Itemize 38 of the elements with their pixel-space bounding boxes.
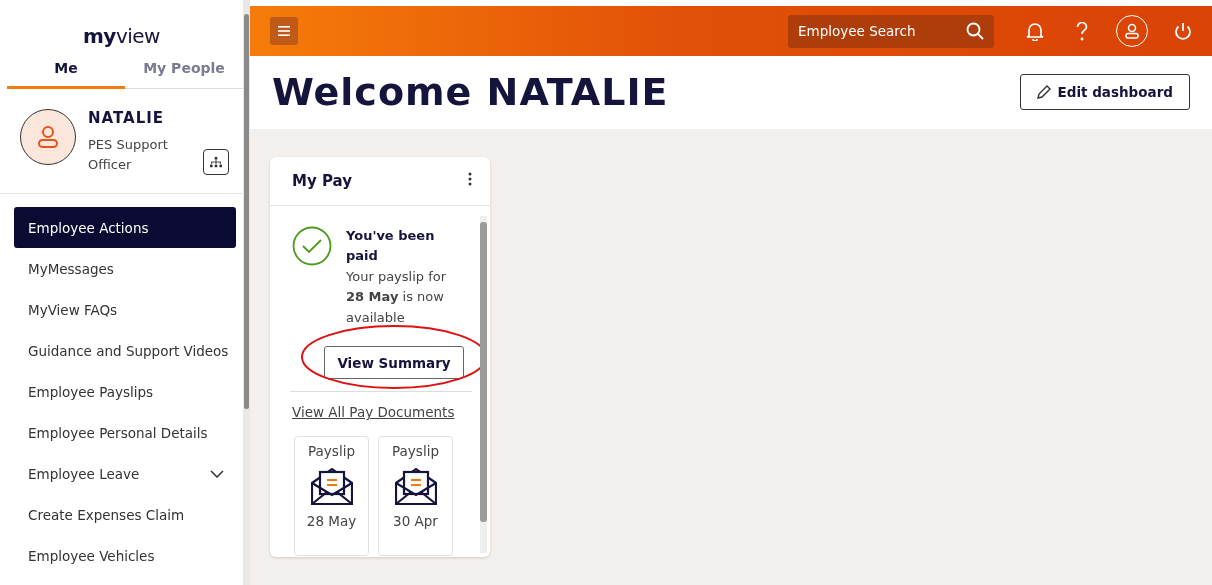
status-text: Your payslip for 28 May is now available <box>346 268 448 327</box>
nav-item[interactable]: Employee Personal Details <box>14 412 236 453</box>
nav-item[interactable]: Guidance and Support Videos <box>14 330 236 371</box>
nav-item[interactable]: Create Expenses Claim <box>14 494 236 535</box>
menu-icon[interactable] <box>270 17 298 46</box>
envelope-icon <box>310 467 353 506</box>
scrollbar[interactable] <box>243 0 250 585</box>
nav-item[interactable]: Employee Leave <box>14 453 236 494</box>
nav-item[interactable]: MyView FAQs <box>14 289 236 330</box>
payslip-tile[interactable]: Payslip 28 May <box>294 436 369 557</box>
avatar-icon <box>20 109 76 165</box>
profile-name: NATALIE <box>88 109 166 127</box>
search-input[interactable]: Employee Search <box>798 14 958 48</box>
payslip-tile[interactable]: Payslip 30 Apr <box>378 436 453 557</box>
envelope-icon <box>394 467 437 506</box>
tab[interactable]: Me <box>7 60 125 89</box>
tab[interactable]: My People <box>125 60 243 89</box>
help-icon[interactable] <box>1076 21 1088 41</box>
search-field[interactable]: Employee Search <box>788 14 994 48</box>
view-all-link[interactable]: View All Pay Documents <box>292 404 455 421</box>
power-icon[interactable] <box>1174 21 1192 41</box>
nav-item[interactable]: Employee Payslips <box>14 371 236 412</box>
nav-item[interactable]: Employee Vehicles <box>14 535 236 576</box>
edit-dashboard-button[interactable]: Edit dashboard <box>1019 74 1190 111</box>
card-title: My Pay <box>292 172 352 190</box>
search-icon[interactable] <box>966 22 984 41</box>
pencil-icon <box>1036 85 1051 100</box>
check-circle-icon <box>292 226 332 266</box>
myview-logo: myview <box>82 23 161 50</box>
nav-item[interactable]: MyMessages <box>14 248 236 289</box>
page-title: Welcome NATALIE <box>272 70 669 115</box>
nav-item[interactable]: Employee Actions <box>14 207 236 248</box>
profile-role: PES Support Officer <box>88 136 169 174</box>
status-title: You've been paid <box>346 227 436 266</box>
org-chart-icon[interactable] <box>203 149 229 175</box>
scrollbar[interactable] <box>480 216 487 553</box>
view-summary-button[interactable]: View Summary <box>324 346 464 380</box>
bell-icon[interactable] <box>1026 21 1044 42</box>
